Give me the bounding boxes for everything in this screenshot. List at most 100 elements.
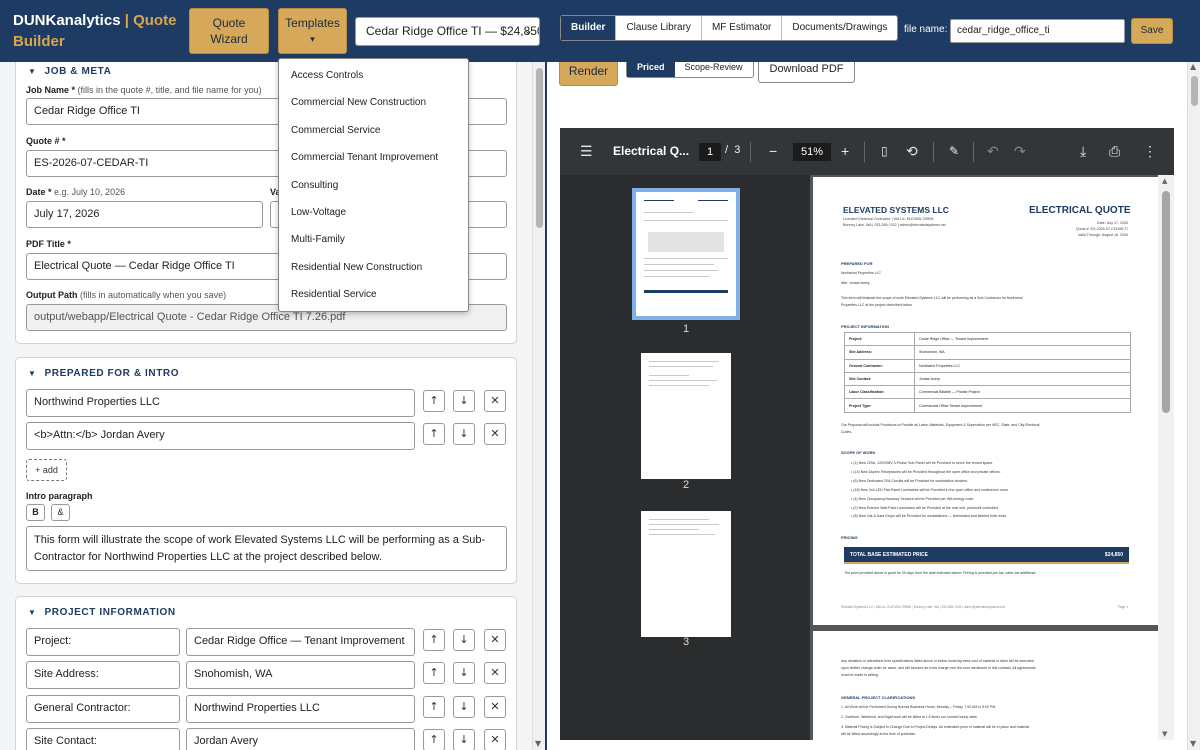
project-info-key-input[interactable]: Project:: [26, 628, 180, 656]
move-down-button[interactable]: ↓: [453, 629, 475, 651]
move-down-button[interactable]: ↓: [453, 662, 475, 684]
menu-item-commercial-service[interactable]: Commercial Service: [279, 117, 468, 144]
prepared-line-input[interactable]: <b>Attn:</b> Jordan Avery: [26, 422, 415, 450]
menu-item-access-controls[interactable]: Access Controls: [279, 62, 468, 89]
arrow-up-icon: ↑: [429, 427, 439, 440]
tab-documents-drawings[interactable]: Documents/Drawings: [782, 16, 897, 40]
thumb-line: [649, 361, 719, 362]
menu-item-residential-new-construction[interactable]: Residential New Construction: [279, 254, 468, 281]
job-meta-title: JOB & META: [44, 66, 112, 77]
page-thumbnail-2[interactable]: [641, 353, 731, 479]
page-scrollbar-thumb[interactable]: [1191, 76, 1198, 106]
remove-button[interactable]: ✕: [484, 629, 506, 651]
deviation-text: Any deviation or alterations from specif…: [841, 659, 1034, 663]
remove-button[interactable]: ✕: [484, 423, 506, 445]
scroll-down-arrow-icon[interactable]: ▼: [1190, 739, 1196, 748]
quote-number-label: Quote # *: [26, 136, 66, 146]
zoom-in-icon[interactable]: +: [841, 143, 849, 159]
project-info-key-input[interactable]: Site Contact:: [26, 728, 180, 750]
prepared-line-input[interactable]: Northwind Properties LLC: [26, 389, 415, 417]
rotate-icon[interactable]: ⟲: [906, 143, 918, 159]
move-up-button[interactable]: ↑: [423, 729, 445, 750]
remove-button[interactable]: ✕: [484, 696, 506, 718]
pdf-scrollbar-thumb[interactable]: [1162, 191, 1170, 413]
tab-clause-library[interactable]: Clause Library: [616, 16, 702, 40]
ampersand-button[interactable]: &: [51, 504, 70, 521]
page-thumbnail-3[interactable]: [641, 511, 731, 637]
arrow-up-icon: ↑: [429, 700, 439, 713]
date-input[interactable]: July 17, 2026: [26, 201, 263, 228]
zoom-level[interactable]: 51%: [793, 143, 831, 161]
prepared-for-heading: PREPARED FOR: [841, 261, 873, 266]
file-name-input[interactable]: cedar_ridge_office_ti: [950, 19, 1125, 43]
builder-scrollbar[interactable]: ▼: [532, 62, 545, 750]
arrow-up-icon: ↑: [429, 666, 439, 679]
remove-button[interactable]: ✕: [484, 390, 506, 412]
render-button[interactable]: Render: [559, 62, 618, 86]
annotate-icon[interactable]: ✎: [949, 143, 959, 159]
add-line-button[interactable]: + add: [26, 459, 67, 481]
print-icon[interactable]: ⎙: [1109, 143, 1120, 159]
save-button[interactable]: Save: [1131, 18, 1173, 44]
project-info-header[interactable]: ▼ PROJECT INFORMATION: [28, 607, 176, 618]
bold-button[interactable]: B: [26, 504, 45, 521]
mode-scope-review[interactable]: Scope-Review: [675, 62, 753, 77]
mode-priced[interactable]: Priced: [627, 62, 675, 77]
zoom-out-icon[interactable]: −: [769, 143, 777, 159]
menu-item-multi-family[interactable]: Multi-Family: [279, 226, 468, 253]
pdf-scrollbar[interactable]: ▲ ▼: [1158, 175, 1174, 740]
quote-wizard-button[interactable]: Quote Wizard: [189, 8, 269, 54]
menu-item-commercial-new-construction[interactable]: Commercial New Construction: [279, 89, 468, 116]
move-up-button[interactable]: ↑: [423, 423, 445, 445]
project-info-key-input[interactable]: Site Address:: [26, 661, 180, 689]
tab-mf-estimator[interactable]: MF Estimator: [702, 16, 783, 40]
download-pdf-button[interactable]: Download PDF: [758, 62, 855, 83]
page-scrollbar[interactable]: ▲ ▼: [1187, 62, 1200, 750]
builder-scrollbar-thumb[interactable]: [536, 68, 543, 228]
project-info-key-input[interactable]: General Contractor:: [26, 695, 180, 723]
scroll-up-arrow-icon[interactable]: ▲: [1190, 62, 1196, 71]
move-up-button[interactable]: ↑: [423, 629, 445, 651]
project-info-value-input[interactable]: Snohomish, WA: [186, 661, 415, 689]
job-meta-header[interactable]: ▼ JOB & META: [28, 66, 111, 77]
download-icon[interactable]: ⤓: [1080, 143, 1086, 159]
scope-heading: SCOPE OF WORK: [841, 450, 876, 455]
redo-icon[interactable]: ↷: [1014, 143, 1026, 159]
thumb-line: [644, 270, 718, 271]
intro-paragraph-textarea[interactable]: This form will illustrate the scope of w…: [26, 526, 507, 571]
fit-page-icon[interactable]: ▯: [881, 143, 888, 159]
move-down-button[interactable]: ↓: [453, 696, 475, 718]
job-select-value: Cedar Ridge Office TI — $24,850: [366, 24, 540, 38]
menu-item-low-voltage[interactable]: Low-Voltage: [279, 199, 468, 226]
remove-button[interactable]: ✕: [484, 729, 506, 750]
page-number-input[interactable]: 1: [699, 143, 721, 161]
project-info-value-input[interactable]: Jordan Avery: [186, 728, 415, 750]
scroll-down-arrow-icon[interactable]: ▼: [1162, 730, 1167, 738]
page-thumbnail-1[interactable]: [632, 188, 740, 320]
toolbar-divider: [864, 142, 865, 162]
scroll-up-arrow-icon[interactable]: ▲: [1162, 177, 1167, 185]
tab-builder[interactable]: Builder: [561, 16, 617, 40]
move-down-button[interactable]: ↓: [453, 729, 475, 750]
scroll-down-arrow-icon[interactable]: ▼: [535, 739, 541, 748]
move-down-button[interactable]: ↓: [453, 423, 475, 445]
templates-button[interactable]: Templates ▾: [278, 8, 347, 54]
menu-item-residential-service[interactable]: Residential Service: [279, 281, 468, 308]
menu-item-consulting[interactable]: Consulting: [279, 172, 468, 199]
more-options-icon[interactable]: ⋮: [1143, 143, 1157, 159]
move-up-button[interactable]: ↑: [423, 390, 445, 412]
table-cell: Project Type:: [844, 398, 915, 413]
undo-icon[interactable]: ↶: [987, 143, 999, 159]
menu-icon[interactable]: ☰: [580, 143, 593, 159]
project-info-value-input[interactable]: Northwind Properties LLC: [186, 695, 415, 723]
intro-text: This form will illustrate the scope of w…: [841, 296, 1023, 300]
prepared-for-line: Northwind Properties LLC: [841, 271, 882, 275]
job-select[interactable]: Cedar Ridge Office TI — $24,850 ⌄: [355, 17, 540, 46]
project-info-value-input[interactable]: Cedar Ridge Office — Tenant Improvement: [186, 628, 415, 656]
prepared-for-header[interactable]: ▼ PREPARED FOR & INTRO: [28, 368, 179, 379]
menu-item-commercial-tenant-improvement[interactable]: Commercial Tenant Improvement: [279, 144, 468, 171]
move-up-button[interactable]: ↑: [423, 662, 445, 684]
move-up-button[interactable]: ↑: [423, 696, 445, 718]
move-down-button[interactable]: ↓: [453, 390, 475, 412]
remove-button[interactable]: ✕: [484, 662, 506, 684]
